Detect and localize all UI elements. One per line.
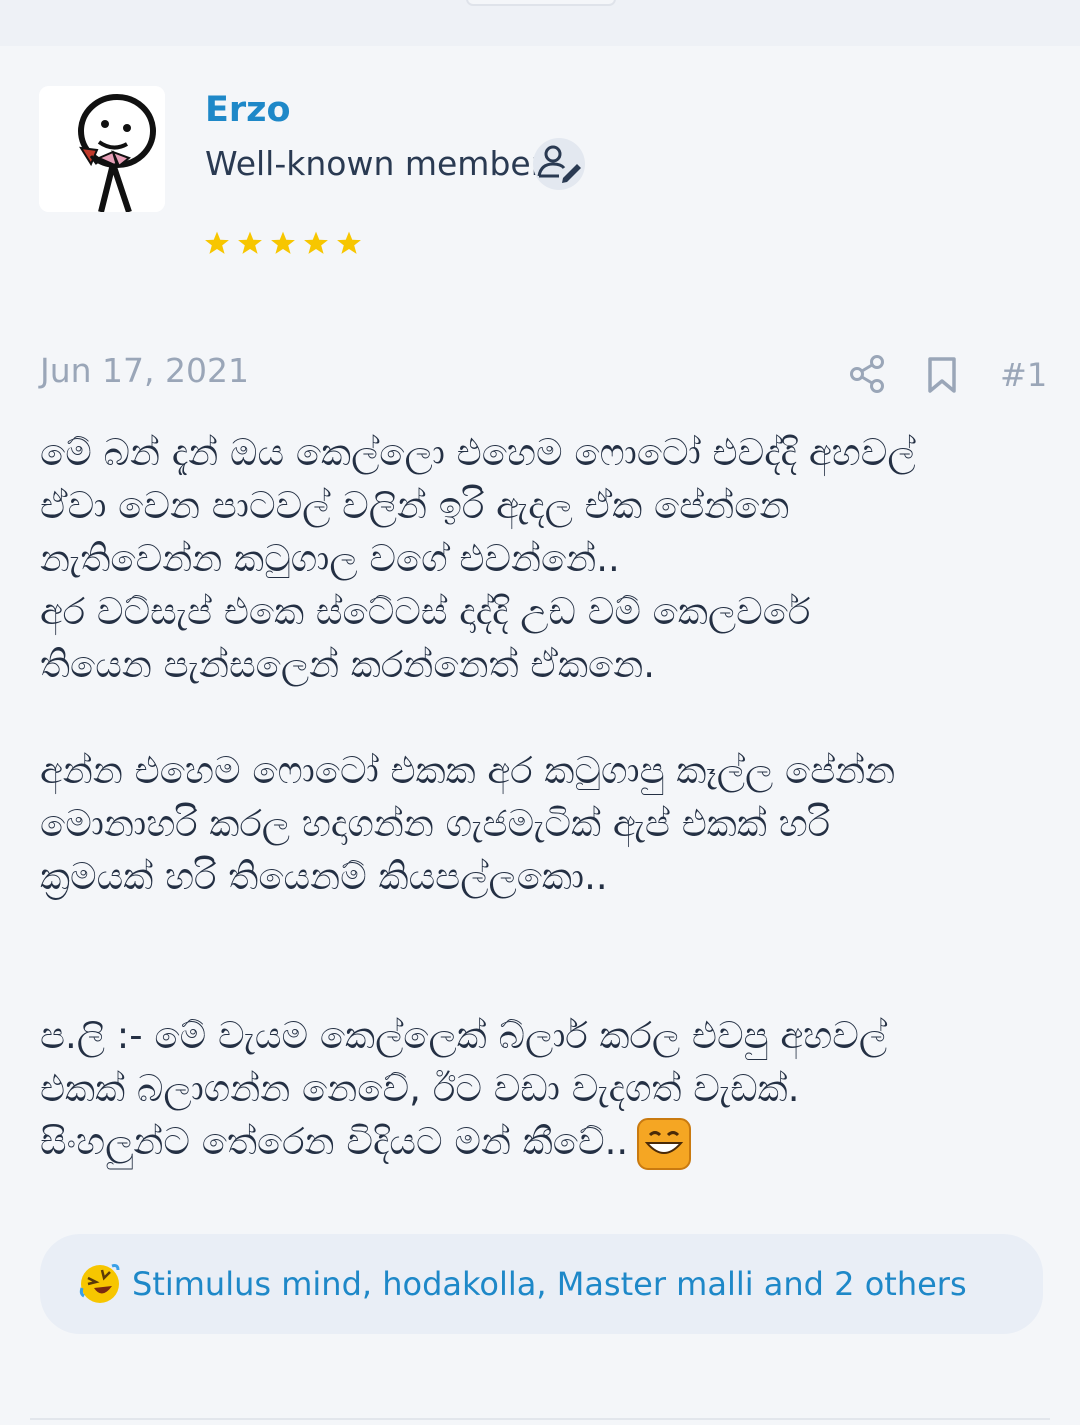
- rolling-laughing-emoji-icon: [79, 1264, 120, 1303]
- body-line-with-emoji: සිංහලුන්ට තේරෙන විදියට මන් කීවේ..: [40, 1115, 1050, 1171]
- top-strip: [0, 0, 1080, 46]
- rating-stars: [204, 230, 362, 260]
- top-handle: [466, 0, 616, 6]
- username[interactable]: Erzo: [205, 90, 291, 130]
- bookmark-icon[interactable]: [926, 356, 958, 394]
- stick-figure-avatar-icon: [39, 86, 165, 212]
- body-line: ක්‍රමයක් හරි තියෙනම් කියපල්ලකො..: [40, 855, 608, 898]
- reactions-bar[interactable]: Stimulus mind, hodakolla, Master malli a…: [40, 1234, 1043, 1334]
- share-icon[interactable]: [848, 354, 886, 394]
- post-date[interactable]: Jun 17, 2021: [40, 351, 249, 390]
- star-icon: [304, 231, 328, 254]
- body-line: අර වට්සැප් එකෙ ස්ටේටස් දාද්දි උඩ වම් කෙල…: [40, 590, 811, 633]
- next-post-edge: [30, 1418, 1050, 1425]
- body-line: අන්න එහෙම ෆොටෝ එකක අර කටුගාපු කෑල්ල පේන්…: [40, 749, 896, 792]
- body-line: මේ බන් දැන් ඔය කෙල්ලො එහෙම ෆොටෝ එවද්දි අ…: [40, 431, 916, 474]
- body-line: සිංහලුන්ට තේරෙන විදියට මන් කීවේ..: [40, 1120, 629, 1163]
- star-icon: [337, 231, 361, 254]
- body-line: ඒවා වෙන පාටවල් වලින් ඉරි ඇදල ඒක පේන්නෙ: [40, 484, 790, 527]
- body-line: තියෙන පැන්සලෙන් කරන්නෙත් ඒකනෙ.: [40, 643, 656, 686]
- star-icon: [271, 231, 295, 254]
- star-icon: [238, 231, 262, 254]
- user-title: Well-known member: [205, 144, 545, 183]
- body-line: එකක් බලාගන්න නෙවේ, ඊට වඩා වැදගත් වැඩක්.: [40, 1067, 800, 1110]
- body-line: නැතිවෙන්න කටුගාල වගේ එවන්නේ..: [40, 537, 620, 580]
- forum-post: Erzo Well-known member Jun 17, 2021 #1 ම…: [0, 46, 1080, 1420]
- post-number-link[interactable]: #1: [1000, 356, 1047, 394]
- avatar[interactable]: [39, 86, 165, 212]
- post-body: මේ බන් දැන් ඔය කෙල්ලො එහෙම ෆොටෝ එවද්දි අ…: [40, 426, 1050, 1171]
- body-line: මොනාහරි කරල හදාගන්න ගැජමැටික් ඇප් එකක් හ…: [40, 802, 831, 845]
- star-icon: [205, 231, 229, 254]
- grinning-face-emoji-icon: [637, 1117, 692, 1170]
- body-line: ප.ලි :- මේ වැයම කෙල්ලෙක් බ්ලාර් කරල එවපු…: [40, 1014, 888, 1057]
- member-edit-icon: [533, 138, 585, 190]
- reactions-text[interactable]: Stimulus mind, hodakolla, Master malli a…: [132, 1265, 967, 1303]
